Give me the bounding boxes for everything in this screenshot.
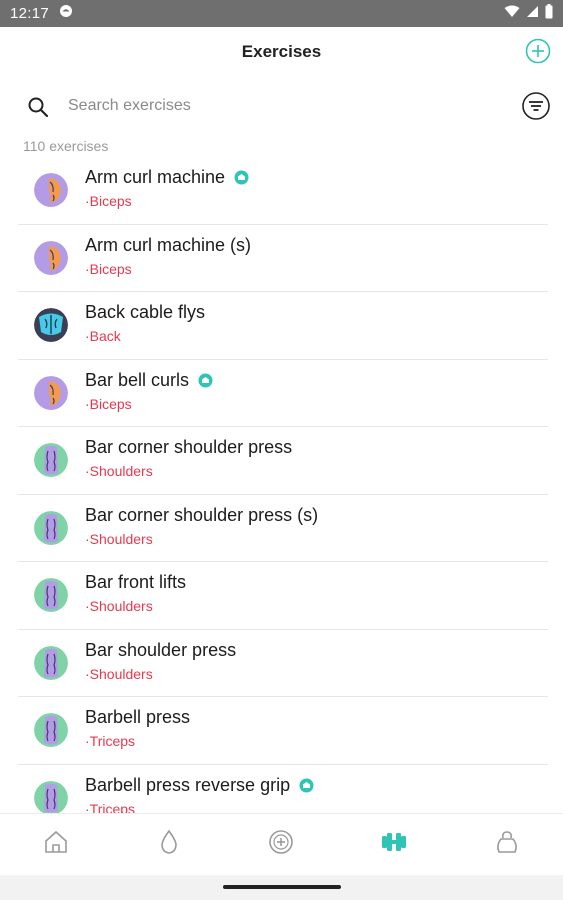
nav-kettlebell[interactable]: [450, 814, 563, 875]
exercise-list[interactable]: Arm curl machine ·Biceps Arm curl machine …: [18, 157, 548, 813]
biceps-muscle-icon: [34, 375, 68, 410]
exercise-muscle-group: ·Shoulders: [85, 530, 153, 547]
plus-circle-icon: [525, 38, 551, 64]
exercise-name: Barbell press: [85, 707, 191, 727]
exercise-muscle-group: ·Shoulders: [85, 598, 153, 614]
exercise-row[interactable]: Bar shoulder press ·Shoulders: [18, 630, 548, 697]
exercise-count: 110 exercises: [23, 138, 109, 154]
drop-icon: [155, 828, 183, 861]
search-icon[interactable]: [27, 96, 49, 118]
exercise-name-line: Barbell press: [85, 707, 190, 728]
exercise-name: Bar corner shoulder press: [85, 437, 293, 457]
exercise-name: Bar corner shoulder press (s): [85, 504, 319, 525]
exercise-name-line: Bar corner shoulder press: [85, 437, 292, 458]
filter-icon: [522, 92, 550, 120]
home-icon: [42, 828, 70, 861]
exercise-name: Arm curl machine: [85, 167, 226, 187]
exercise-name-line: Bar corner shoulder press (s): [85, 505, 318, 526]
exercise-row[interactable]: Arm curl machine (s) ·Biceps: [18, 225, 548, 292]
exercise-row[interactable]: Bar corner shoulder press (s) ·Shoulders: [18, 495, 548, 562]
custom-exercise-badge-icon: [233, 169, 250, 186]
exercise-name-line: Arm curl machine: [85, 167, 250, 188]
exercise-row[interactable]: Bar corner shoulder press ·Shoulders: [18, 427, 548, 495]
add-exercise-button[interactable]: [525, 38, 551, 64]
status-left: 12:17: [10, 4, 73, 23]
nav-plus-badge[interactable]: [225, 814, 338, 875]
exercise-name-line: Bar bell curls: [85, 370, 214, 391]
notification-icon: [59, 4, 73, 23]
status-time: 12:17: [10, 5, 50, 22]
shoulders-muscle-icon: [34, 578, 68, 612]
exercise-row[interactable]: Back cable flys ·Back: [18, 292, 548, 360]
exercise-name-line: Barbell press reverse grip: [85, 775, 315, 796]
bottom-nav: [0, 813, 563, 875]
exercise-name-line: Back cable flys: [85, 302, 205, 323]
shoulders-muscle-icon: [34, 510, 68, 545]
exercise-row[interactable]: Barbell press reverse grip ·Triceps: [18, 765, 548, 814]
app-header: Exercises: [0, 27, 563, 77]
exercise-muscle-group: ·Biceps: [85, 260, 132, 277]
exercise-name: Arm curl machine (s): [85, 234, 252, 255]
exercise-muscle-group: ·Triceps: [85, 733, 136, 749]
exercise-muscle-group: ·Biceps: [85, 395, 132, 412]
exercise-muscle-group: ·Biceps: [85, 193, 132, 209]
page-title: Exercises: [241, 42, 322, 61]
wifi-icon: [504, 5, 520, 23]
back-muscle-icon: [34, 308, 68, 342]
nav-home[interactable]: [0, 814, 113, 875]
nav-dumbbell[interactable]: [338, 814, 451, 875]
signal-icon: [526, 5, 539, 23]
search-bar: [0, 88, 563, 124]
exercise-name-line: Arm curl machine (s): [85, 235, 251, 256]
exercise-muscle-group: ·Shoulders: [85, 665, 153, 682]
search-input[interactable]: [68, 92, 498, 120]
battery-icon: [545, 3, 553, 24]
exercise-name-line: Bar front lifts: [85, 572, 186, 593]
home-gesture-bar[interactable]: [223, 885, 341, 889]
exercise-name: Bar bell curls: [85, 369, 190, 390]
plus-badge-icon: [267, 828, 295, 861]
status-right: [504, 3, 553, 24]
exercise-name: Back cable flys: [85, 302, 206, 322]
exercise-row[interactable]: Arm curl machine ·Biceps: [18, 157, 548, 225]
nav-drop[interactable]: [113, 814, 226, 875]
gesture-area: [0, 875, 563, 900]
exercise-name-line: Bar shoulder press: [85, 640, 236, 661]
exercise-row[interactable]: Bar bell curls ·Biceps: [18, 360, 548, 427]
exercise-muscle-group: ·Shoulders: [85, 463, 153, 479]
exercise-row[interactable]: Barbell press ·Triceps: [18, 697, 548, 765]
biceps-muscle-icon: [34, 240, 68, 275]
exercise-muscle-group: ·Back: [85, 328, 121, 344]
filter-button[interactable]: [521, 91, 551, 121]
exercise-muscle-group: ·Triceps: [85, 800, 136, 814]
shoulders-muscle-icon: [34, 780, 68, 813]
exercise-name: Bar front lifts: [85, 572, 187, 592]
shoulders-muscle-icon: [34, 645, 68, 680]
biceps-muscle-icon: [34, 173, 68, 207]
exercise-row[interactable]: Bar front lifts ·Shoulders: [18, 562, 548, 630]
custom-exercise-badge-icon: [197, 372, 214, 389]
exercise-name: Barbell press reverse grip: [85, 774, 291, 795]
shoulders-muscle-icon: [34, 713, 68, 747]
shoulders-muscle-icon: [34, 443, 68, 477]
custom-exercise-badge-icon: [298, 777, 315, 794]
status-bar: 12:17: [0, 0, 563, 27]
kettlebell-icon: [493, 828, 521, 861]
dumbbell-icon: [380, 828, 408, 861]
exercise-name: Bar shoulder press: [85, 639, 237, 660]
